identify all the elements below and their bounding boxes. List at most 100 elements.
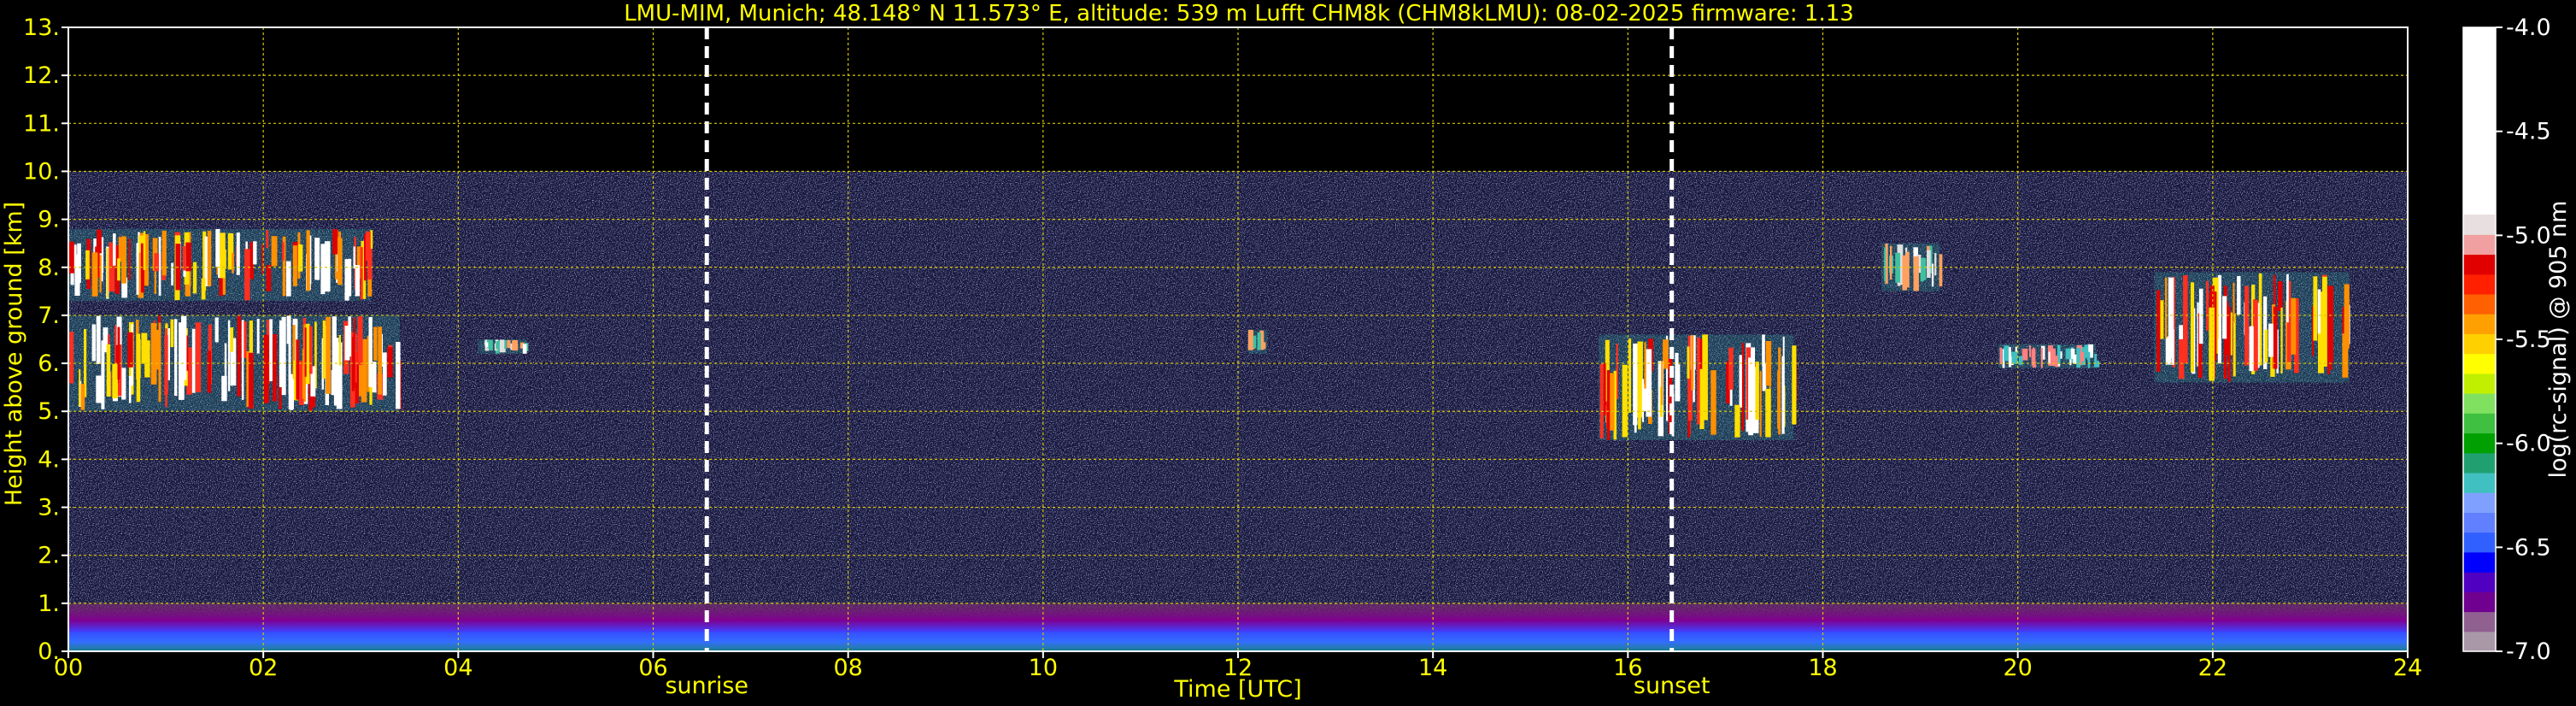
cloud-streak xyxy=(1250,337,1253,346)
colorbar-segment xyxy=(2463,215,2496,235)
colorbar-tick-label: -5.0 xyxy=(2506,222,2551,249)
cloud-streak xyxy=(271,236,278,267)
cloud-streak xyxy=(214,317,219,343)
cloud-streak xyxy=(2191,285,2194,373)
cloud-streak xyxy=(2065,348,2072,360)
cloud-streak xyxy=(91,324,97,362)
cloud-streak xyxy=(1927,250,1931,278)
cloud-streak xyxy=(355,333,357,383)
cloud-streak xyxy=(396,342,401,409)
cloud-streak xyxy=(266,230,269,249)
colorbar-tick-label: -5.5 xyxy=(2506,327,2551,353)
cloud-streak xyxy=(1644,342,1646,389)
cloud-layer-8 xyxy=(2154,272,2350,383)
cloud-streak xyxy=(286,315,291,344)
cloud-streak xyxy=(1628,338,1632,413)
cloud-streak xyxy=(91,252,98,297)
colorbar-segment xyxy=(2463,551,2496,573)
cloud-streak xyxy=(2264,329,2268,362)
cloud-streak xyxy=(1759,371,1762,438)
x-tick-label: 22 xyxy=(2198,655,2227,681)
cloud-streak xyxy=(2215,291,2217,362)
cloud-streak xyxy=(2278,281,2283,311)
cloud-streak xyxy=(106,344,111,397)
cloud-streak xyxy=(241,320,244,400)
cloud-streak xyxy=(1778,347,1781,435)
cloud-streak xyxy=(220,232,226,279)
cloud-streak xyxy=(68,241,74,274)
cloud-streak xyxy=(136,243,139,295)
colorbar-segment xyxy=(2463,393,2496,414)
ceilometer-chart: sunrise sunset 00 02 04 06 08 10 12 14 16 18 20 22 24… xyxy=(1,1,2572,703)
cloud-streak xyxy=(269,319,273,381)
cloud-streak xyxy=(107,248,109,298)
cloud-streak xyxy=(117,327,120,380)
cloud-streak xyxy=(1253,335,1257,349)
cloud-streak xyxy=(1641,379,1645,422)
cloud-streak xyxy=(355,265,360,297)
cloud-streak xyxy=(382,352,387,396)
cloud-streak xyxy=(1931,263,1934,287)
cloud-streak xyxy=(2156,290,2161,372)
cloud-streak xyxy=(1999,347,2002,365)
cloud-streak xyxy=(174,319,178,397)
cloud-layer-3 xyxy=(478,339,529,354)
cloud-streak xyxy=(306,230,310,291)
colorbar-segment xyxy=(2463,314,2496,334)
cloud-streak xyxy=(1782,336,1785,403)
cloud-streak xyxy=(1762,334,1765,367)
cloud-streak xyxy=(1599,363,1604,438)
cloud-streak xyxy=(170,319,174,348)
cloud-streak xyxy=(288,379,294,409)
sunset-label: sunset xyxy=(1634,673,1710,699)
cloud-streak xyxy=(286,261,291,297)
cloud-streak xyxy=(171,262,174,285)
cloud-streak xyxy=(1728,347,1734,390)
cloud-streak xyxy=(69,332,74,384)
cloud-streak xyxy=(368,317,373,387)
y-tick-label: 6. xyxy=(38,350,60,377)
cloud-streak xyxy=(1710,370,1716,435)
cloud-streak xyxy=(1603,363,1606,415)
cloud-streak xyxy=(128,376,132,403)
cloud-streak xyxy=(2317,289,2321,334)
cloud-streak xyxy=(1748,375,1754,423)
y-tick-label: 0. xyxy=(38,638,60,665)
cloud-streak xyxy=(77,243,81,283)
cloud-streak xyxy=(2033,347,2035,368)
colorbar-segment xyxy=(2463,274,2496,295)
colorbar-segment xyxy=(2463,532,2496,553)
y-axis-label: Height above ground [km] xyxy=(1,202,27,506)
cloud-streak xyxy=(344,326,350,361)
y-tick-label: 11. xyxy=(23,110,60,137)
cloud-streak xyxy=(2273,306,2278,369)
cloud-streak xyxy=(309,326,313,374)
cloud-streak xyxy=(292,245,297,286)
cloud-streak xyxy=(357,316,363,365)
cloud-streak xyxy=(2237,276,2241,315)
x-tick-label: 14 xyxy=(1418,655,1447,681)
colorbar-segment xyxy=(2463,234,2496,255)
cloud-streak xyxy=(2087,352,2091,368)
cloud-streak xyxy=(1792,345,1797,425)
y-tick-label: 4. xyxy=(38,446,60,473)
cloud-streak xyxy=(1939,254,1943,287)
cloud-streak xyxy=(2084,344,2089,358)
cloud-streak xyxy=(1622,368,1627,433)
cloud-streak xyxy=(2322,276,2327,367)
cloud-streak xyxy=(337,238,343,285)
cloud-streak xyxy=(353,246,355,269)
y-tick-label: 5. xyxy=(38,398,60,425)
colorbar-segment xyxy=(2463,254,2496,275)
cloud-streak xyxy=(99,255,102,293)
cloud-streak xyxy=(236,232,240,275)
y-tick-label: 13. xyxy=(23,15,60,41)
cloud-streak xyxy=(227,320,231,391)
cloud-streak xyxy=(320,244,326,295)
cloud-streak xyxy=(1691,335,1694,391)
colorbar-segment xyxy=(2463,432,2496,454)
cloud-streak xyxy=(179,322,185,400)
cloud-layer-7 xyxy=(1998,344,2100,368)
cloud-streak xyxy=(373,327,378,361)
y-tick-label: 10. xyxy=(23,158,60,185)
